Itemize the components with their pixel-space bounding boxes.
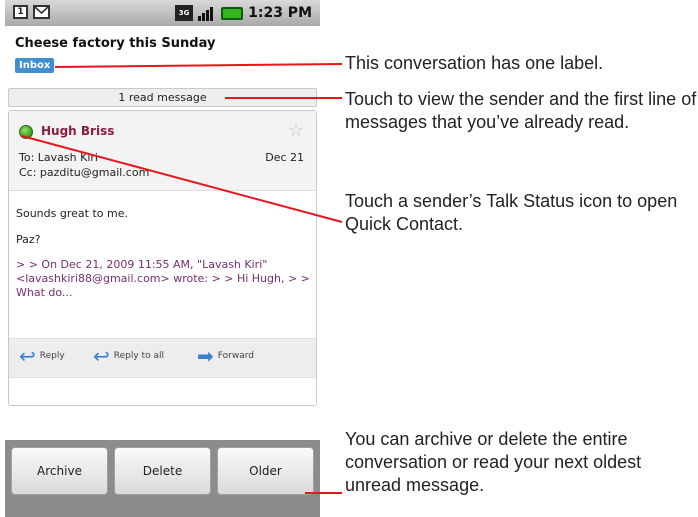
forward-label: Forward <box>217 351 254 361</box>
read-messages-bar[interactable]: 1 read message <box>8 88 317 107</box>
sender-name: Hugh Briss <box>41 124 115 138</box>
status-bar: 1 3G 1:23 PM <box>5 0 320 26</box>
message-date: Dec 21 <box>265 151 304 164</box>
reply-all-label: Reply to all <box>113 351 164 361</box>
network-type-icon: 3G <box>175 5 194 21</box>
delete-button[interactable]: Delete <box>114 447 211 495</box>
message-body-line: Paz? <box>16 233 41 246</box>
reply-all-button[interactable]: ↩ Reply to all <box>93 344 164 368</box>
quoted-text[interactable]: > > On Dec 21, 2009 11:55 AM, "Lavash Ki… <box>16 258 314 300</box>
clock: 1:23 PM <box>248 5 312 21</box>
older-button[interactable]: Older <box>217 447 314 495</box>
message-body-line: Sounds great to me. <box>16 207 128 220</box>
battery-icon <box>221 6 244 20</box>
reply-button[interactable]: ↩ Reply <box>19 344 65 368</box>
message-header[interactable]: Hugh Briss ☆ To: Lavash Kiri Dec 21 Cc: … <box>9 111 316 191</box>
calendar-icon: 1 <box>13 5 28 19</box>
callout-label: This conversation has one label. <box>345 53 604 73</box>
callout-buttons: You can archive or delete the entire con… <box>345 429 642 495</box>
signal-icon <box>198 5 216 21</box>
archive-button[interactable]: Archive <box>11 447 108 495</box>
talk-status-icon[interactable] <box>19 125 33 139</box>
conversation-subject: Cheese factory this Sunday <box>15 36 216 51</box>
gmail-icon <box>33 5 50 19</box>
label-chip[interactable]: Inbox <box>15 58 55 73</box>
reply-icon: ↩ <box>19 344 36 368</box>
phone-screen: 1 3G 1:23 PM Cheese factory this Sunday … <box>5 0 320 517</box>
forward-icon: ➡ <box>197 344 214 368</box>
reply-all-icon: ↩ <box>93 344 110 368</box>
forward-button[interactable]: ➡ Forward <box>197 344 254 368</box>
to-line: To: Lavash Kiri <box>19 151 98 164</box>
message-card: Hugh Briss ☆ To: Lavash Kiri Dec 21 Cc: … <box>8 110 317 406</box>
callout-status: Touch a sender’s Talk Status icon to ope… <box>345 191 678 234</box>
message-actions: ↩ Reply ↩ Reply to all ➡ Forward <box>9 338 316 378</box>
cc-line: Cc: pazditu@gmail.com <box>19 166 150 179</box>
conversation-header: Cheese factory this Sunday Inbox <box>5 26 320 84</box>
callout-read: Touch to view the sender and the first l… <box>345 89 697 132</box>
reply-label: Reply <box>39 351 65 361</box>
status-tray: 3G 1:23 PM <box>175 4 312 22</box>
star-icon[interactable]: ☆ <box>288 120 304 141</box>
